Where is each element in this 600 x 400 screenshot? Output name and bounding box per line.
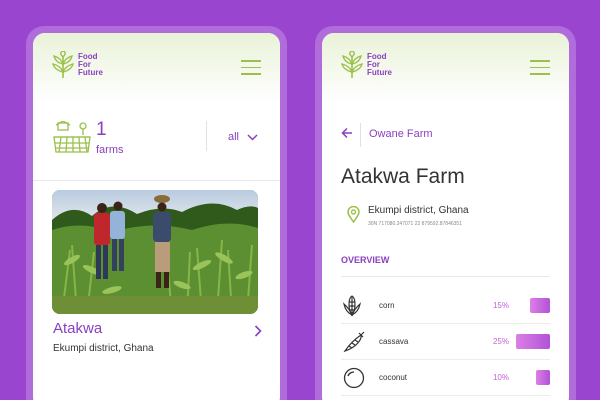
farm-list-screen: Food For Future 1 farms all Atakwa Ekump… — [33, 33, 280, 400]
crop-percent: 10% — [492, 373, 509, 382]
crop-percent: 15% — [492, 301, 509, 310]
crop-share-bar — [516, 334, 550, 349]
chevron-down-icon — [247, 133, 258, 141]
crop-share-bar — [530, 298, 550, 313]
cassava-icon — [343, 331, 365, 353]
hamburger-menu-icon[interactable] — [530, 60, 550, 76]
phone-frame-list: Food For Future 1 farms all Atakwa Ekump… — [26, 26, 287, 400]
crop-share-bar — [536, 370, 550, 385]
farm-location: Ekumpi district, Ghana — [368, 205, 469, 216]
crop-name: cassava — [379, 337, 409, 346]
crop-row-corn[interactable]: corn 15% — [341, 289, 550, 324]
corn-icon — [343, 295, 361, 317]
brand-logo[interactable]: Food For Future — [52, 51, 103, 79]
brand-line-3: Future — [78, 68, 103, 77]
phone-frame-detail: Food For Future Owane Farm Atakwa Farm E… — [315, 26, 576, 400]
farm-fields-icon — [53, 121, 91, 153]
crop-name: coconut — [379, 373, 408, 382]
overview-divider — [341, 276, 550, 277]
crop-row-coconut[interactable]: coconut 10% — [341, 361, 550, 396]
farm-detail-screen: Food For Future Owane Farm Atakwa Farm E… — [322, 33, 569, 400]
brand-line-3: Future — [367, 68, 392, 77]
crop-row-cassava[interactable]: cassava 25% — [341, 325, 550, 360]
leaf-logo-icon — [341, 51, 363, 78]
farm-coordinates: 30N 717080.247071 22 879592.87846351 — [368, 221, 462, 227]
hamburger-menu-icon[interactable] — [241, 60, 261, 76]
brand-wordmark: Food For Future — [78, 53, 103, 77]
app-header: Food For Future — [322, 33, 569, 103]
coconut-icon — [343, 367, 365, 389]
farm-count-bar: 1 farms all — [33, 113, 280, 181]
filter-divider — [206, 121, 207, 151]
filter-value: all — [228, 131, 240, 143]
breadcrumb: Owane Farm — [322, 123, 569, 147]
filter-dropdown[interactable]: all — [228, 131, 258, 143]
leaf-logo-icon — [52, 51, 74, 78]
location-pin-icon — [347, 206, 360, 223]
farm-card-location: Ekumpi district, Ghana — [53, 343, 154, 354]
farm-count: 1 — [96, 119, 107, 140]
back-arrow-icon[interactable] — [341, 127, 353, 139]
breadcrumb-divider — [360, 123, 361, 147]
brand-logo[interactable]: Food For Future — [341, 51, 392, 79]
crop-percent: 25% — [492, 337, 509, 346]
overview-heading: OVERVIEW — [341, 255, 390, 265]
farm-count-label: farms — [96, 144, 124, 156]
crop-name: corn — [379, 301, 395, 310]
farm-photo[interactable] — [52, 190, 258, 314]
chevron-right-icon[interactable] — [254, 325, 262, 337]
brand-wordmark: Food For Future — [367, 53, 392, 77]
back-link[interactable]: Owane Farm — [369, 128, 433, 140]
app-header: Food For Future — [33, 33, 280, 103]
page-title: Atakwa Farm — [341, 165, 465, 188]
farm-card-name[interactable]: Atakwa — [53, 320, 102, 337]
farm-field-photo — [52, 190, 258, 314]
